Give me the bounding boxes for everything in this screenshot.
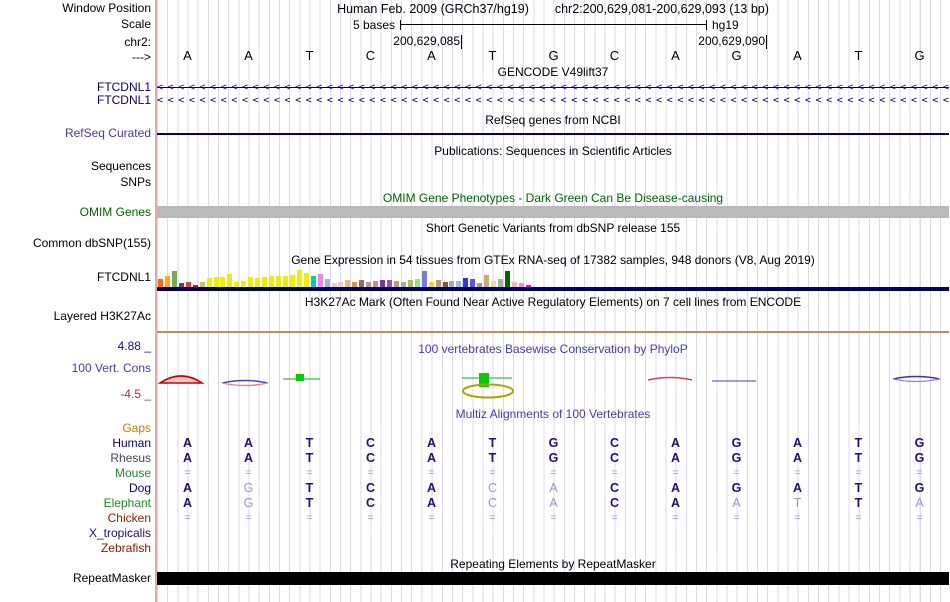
alignment-base: T bbox=[305, 451, 314, 465]
conservation-shape bbox=[157, 375, 205, 384]
conservation-shape bbox=[221, 382, 269, 387]
alignment-base: T bbox=[488, 451, 497, 465]
alignment-base: A bbox=[915, 496, 924, 510]
alignment-base: A bbox=[426, 481, 437, 495]
alignment-base: = bbox=[184, 467, 191, 479]
alignment-base: = bbox=[367, 467, 374, 479]
alignment-base: A bbox=[670, 451, 681, 465]
alignment-base: = bbox=[611, 512, 618, 524]
multiz-track-title: Multiz Alignments of 100 Vertebrates bbox=[455, 407, 651, 421]
alignment-base: G bbox=[914, 436, 925, 450]
alignment-base: A bbox=[670, 436, 681, 450]
genome-browser-view: Window Position Human Feb. 2009 (GRCh37/… bbox=[0, 0, 950, 602]
alignment-base: = bbox=[489, 512, 496, 524]
alignment-base: G bbox=[243, 496, 254, 510]
alignment-base: T bbox=[793, 496, 802, 510]
alignment-base: C bbox=[365, 451, 376, 465]
alignment-base: C bbox=[609, 496, 620, 510]
alignment-base: C bbox=[609, 481, 620, 495]
conservation-shape bbox=[221, 379, 269, 384]
alignment-base: = bbox=[550, 467, 557, 479]
alignment-base: G bbox=[731, 451, 742, 465]
alignment-base: C bbox=[487, 481, 498, 495]
alignment-base: A bbox=[732, 496, 741, 510]
multiz-species-human[interactable]: Human bbox=[0, 437, 151, 450]
repeatmasker-element-bar[interactable] bbox=[157, 572, 949, 585]
alignment-base: T bbox=[854, 481, 863, 495]
alignment-base: A bbox=[670, 496, 681, 510]
alignment-base: G bbox=[243, 481, 254, 495]
alignment-base: G bbox=[731, 481, 742, 495]
alignment-base: T bbox=[488, 436, 497, 450]
alignment-base: C bbox=[609, 436, 620, 450]
alignment-base: = bbox=[794, 467, 801, 479]
alignment-base: T bbox=[854, 496, 863, 510]
alignment-base: = bbox=[184, 512, 191, 524]
conservation-shape bbox=[296, 374, 304, 381]
multiz-species-chicken[interactable]: Chicken bbox=[0, 512, 151, 525]
alignment-base: A bbox=[182, 481, 193, 495]
multiz-species-rhesus[interactable]: Rhesus bbox=[0, 452, 151, 465]
alignment-base: = bbox=[611, 467, 618, 479]
multiz-species-x_tropicalis[interactable]: X_tropicalis bbox=[0, 527, 151, 540]
alignment-base: C bbox=[365, 496, 376, 510]
alignment-base: G bbox=[548, 451, 559, 465]
alignment-base: A bbox=[426, 436, 437, 450]
alignment-base: C bbox=[487, 496, 498, 510]
alignment-base: = bbox=[489, 467, 496, 479]
alignment-base: A bbox=[243, 436, 254, 450]
alignment-base: T bbox=[305, 436, 314, 450]
alignment-base: = bbox=[855, 512, 862, 524]
repeatmasker-track-title: Repeating Elements by RepeatMasker bbox=[450, 557, 656, 571]
alignment-base: A bbox=[182, 451, 193, 465]
alignment-base: T bbox=[305, 481, 314, 495]
alignment-base: A bbox=[426, 451, 437, 465]
multiz-species-gaps[interactable]: Gaps bbox=[0, 422, 151, 435]
multiz-species-elephant[interactable]: Elephant bbox=[0, 497, 151, 510]
conservation-shape bbox=[892, 378, 941, 383]
alignment-base: A bbox=[670, 481, 681, 495]
alignment-base: = bbox=[245, 512, 252, 524]
alignment-base: = bbox=[794, 512, 801, 524]
alignment-base: A bbox=[182, 436, 193, 450]
alignment-base: T bbox=[854, 451, 863, 465]
alignment-base: T bbox=[305, 496, 314, 510]
multiz-species-zebrafish[interactable]: Zebrafish bbox=[0, 542, 151, 555]
conservation-shape bbox=[892, 375, 941, 380]
alignment-base: A bbox=[549, 481, 558, 495]
alignment-base: C bbox=[365, 481, 376, 495]
alignment-base: = bbox=[306, 512, 313, 524]
alignment-base: A bbox=[549, 496, 558, 510]
alignment-base: = bbox=[306, 467, 313, 479]
multiz-species-dog[interactable]: Dog bbox=[0, 482, 151, 495]
alignment-base: A bbox=[182, 496, 193, 510]
alignment-base: = bbox=[245, 467, 252, 479]
multiz-species-mouse[interactable]: Mouse bbox=[0, 467, 151, 480]
alignment-base: A bbox=[792, 481, 803, 495]
alignment-base: A bbox=[792, 436, 803, 450]
alignment-base: = bbox=[367, 512, 374, 524]
alignment-base: = bbox=[550, 512, 557, 524]
alignment-base: = bbox=[855, 467, 862, 479]
alignment-base: C bbox=[365, 436, 376, 450]
alignment-base: = bbox=[916, 467, 923, 479]
alignment-base: = bbox=[672, 467, 679, 479]
alignment-base: G bbox=[731, 436, 742, 450]
alignment-base: A bbox=[792, 451, 803, 465]
alignment-base: = bbox=[428, 512, 435, 524]
alignment-base: A bbox=[243, 451, 254, 465]
alignment-base: = bbox=[428, 467, 435, 479]
conservation-shape bbox=[647, 376, 693, 381]
alignment-base: T bbox=[854, 436, 863, 450]
alignment-base: G bbox=[914, 451, 925, 465]
alignment-base: = bbox=[733, 467, 740, 479]
alignment-base: C bbox=[609, 451, 620, 465]
alignment-base: = bbox=[916, 512, 923, 524]
alignment-base: G bbox=[548, 436, 559, 450]
repeatmasker-label[interactable]: RepeatMasker bbox=[0, 572, 151, 585]
alignment-base: A bbox=[426, 496, 437, 510]
alignment-base: G bbox=[914, 481, 925, 495]
alignment-base: = bbox=[733, 512, 740, 524]
alignment-base: = bbox=[672, 512, 679, 524]
